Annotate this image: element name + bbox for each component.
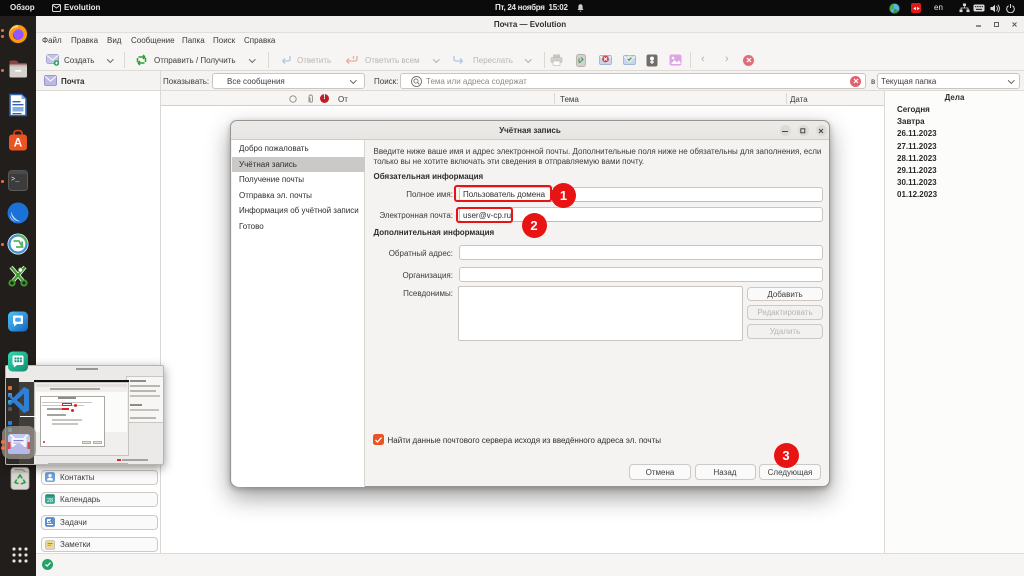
svg-text:A: A <box>14 136 23 150</box>
svg-text:>_: >_ <box>11 176 20 184</box>
svg-text:28: 28 <box>47 498 53 504</box>
